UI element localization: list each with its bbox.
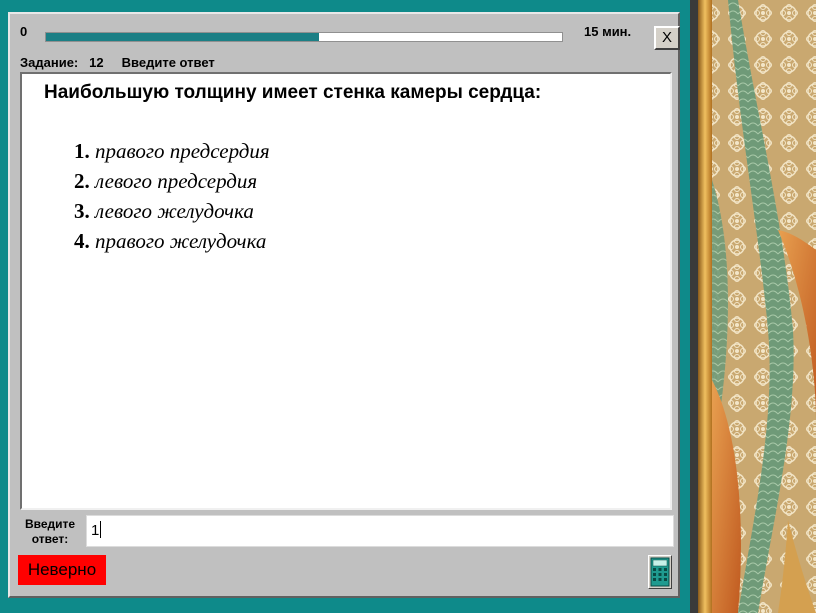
decorative-background: [698, 0, 816, 613]
window-frame-edge: [684, 0, 698, 613]
option-item: 1. правого предсердия: [74, 139, 270, 163]
close-button[interactable]: X: [654, 26, 680, 50]
status-badge: Неверно: [18, 555, 106, 585]
answer-label: Введите ответ:: [24, 517, 76, 546]
task-number: 12: [89, 55, 104, 70]
text-caret: [100, 521, 102, 538]
progress-bar: [45, 32, 563, 42]
options-list: 1. правого предсердия 2. левого предсерд…: [74, 136, 270, 256]
task-instruction: Введите ответ: [121, 55, 215, 70]
option-item: 2. левого предсердия: [74, 169, 258, 193]
close-icon: X: [661, 29, 672, 46]
progress-fill: [46, 33, 320, 41]
option-item: 4. правого желудочка: [74, 229, 267, 253]
task-line: Задание: 12 Введите ответ: [20, 55, 215, 70]
calculator-button[interactable]: [648, 555, 672, 589]
answer-input[interactable]: 1: [86, 515, 674, 547]
floral-pattern-image: [698, 0, 816, 613]
progress-start-label: 0: [20, 24, 28, 39]
test-window: 0 15 мин. X Задание: 12 Введите ответ На…: [8, 12, 680, 598]
question-panel: Наибольшую толщину имеет стенка камеры с…: [20, 72, 672, 510]
task-label: Задание:: [20, 55, 79, 70]
option-item: 3. левого желудочка: [74, 199, 254, 223]
timer-label: 15 мин.: [584, 24, 632, 39]
calculator-icon: [650, 557, 670, 587]
question-text: Наибольшую толщину имеет стенка камеры с…: [44, 82, 542, 103]
